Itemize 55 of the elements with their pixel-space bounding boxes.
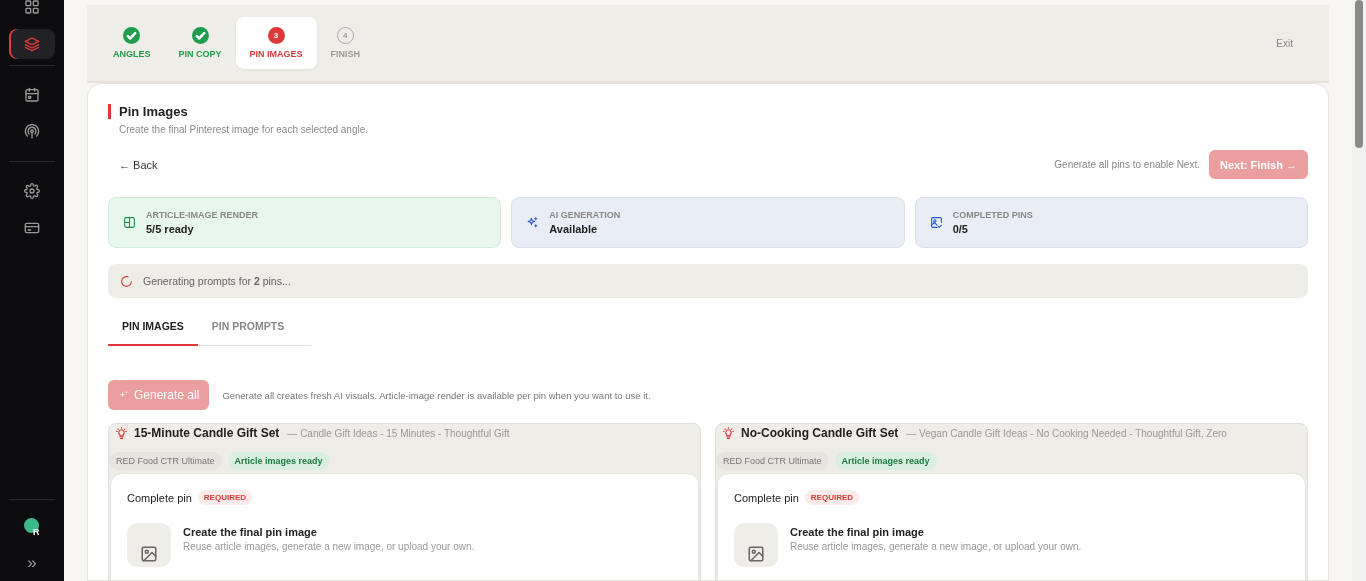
layers-icon: [24, 36, 40, 52]
generate-hint: Generate all creates fresh AI visuals. Article-image render is available per pin when you want to use it.: [222, 389, 651, 401]
stat-label: AI GENERATION: [549, 210, 621, 220]
expand-button[interactable]: »: [27, 554, 37, 571]
pin-subtitle: — Candle Gift Ideas - 15 Minutes - Thoughtful Gift: [287, 427, 510, 439]
tag: Article images ready: [834, 452, 937, 470]
scrollbar[interactable]: [1352, 0, 1366, 581]
next-hint: Generate all pins to enable Next.: [1054, 159, 1200, 170]
layout-icon: [123, 216, 136, 229]
stat-value: Available: [549, 223, 599, 235]
tag: RED Food CTR Ultimate: [109, 452, 222, 470]
lightbulb-icon: [722, 426, 735, 440]
calendar-icon: [24, 87, 40, 103]
task-description: Reuse article images, generate a new image, or upload your own.: [183, 541, 475, 552]
stat-value: 5/5 ready: [146, 223, 195, 235]
broadcast-icon: [24, 124, 40, 140]
task-description: Reuse article images, generate a new image, or upload your own.: [790, 541, 1082, 552]
exit-link[interactable]: Exit: [1276, 37, 1293, 49]
tag: Article images ready: [227, 452, 330, 470]
step-number: 3: [267, 27, 285, 44]
image-icon: [140, 545, 158, 563]
tab[interactable]: PIN IMAGES: [108, 312, 198, 346]
step-tab[interactable]: 3 PIN IMAGES: [235, 17, 317, 69]
page-title: Pin Images: [108, 104, 1308, 119]
section-title: Complete pin: [127, 491, 192, 504]
pin-title: No-Cooking Candle Gift Set: [741, 426, 899, 440]
grid-icon: [24, 0, 40, 15]
stat-value: 0/5: [952, 223, 969, 235]
check-icon: [123, 27, 141, 44]
spinner-icon: [120, 274, 133, 288]
step-tab[interactable]: ANGLES: [99, 17, 165, 69]
image-icon: [747, 545, 765, 563]
status-message: Generating prompts for 2 pins...: [143, 275, 291, 287]
step-tab[interactable]: PIN COPY: [164, 17, 236, 69]
pin-title: 15-Minute Candle Gift Set: [134, 426, 280, 440]
pin-subtitle: — Vegan Candle Gift Ideas - No Cooking Needed - Thoughtful Gift, Zero: [906, 427, 1227, 439]
stat-label: ARTICLE-IMAGE RENDER: [146, 210, 258, 220]
credit-card-icon: [24, 220, 40, 236]
tag: RED Food CTR Ultimate: [716, 452, 829, 470]
page-subtitle: Create the final Pinterest image for each selected angle.: [119, 124, 370, 135]
required-badge: REQUIRED: [197, 490, 253, 505]
stat-label: COMPLETED PINS: [952, 210, 1033, 220]
nav-button[interactable]: [9, 29, 55, 59]
check-icon: [191, 27, 209, 44]
task-title: Create the final pin image: [790, 526, 925, 538]
step-tab[interactable]: 4 FINISH: [316, 17, 375, 69]
image-check-icon: [929, 216, 943, 229]
section-title: Complete pin: [734, 491, 799, 504]
lightbulb-icon: [115, 426, 128, 440]
sparkles-icon: [526, 216, 540, 229]
tab[interactable]: PIN PROMPTS: [197, 312, 299, 346]
task-title: Create the final pin image: [183, 526, 318, 538]
required-badge: REQUIRED: [804, 490, 860, 505]
settings-icon: [24, 183, 40, 199]
back-link[interactable]: ← Back: [119, 158, 158, 171]
